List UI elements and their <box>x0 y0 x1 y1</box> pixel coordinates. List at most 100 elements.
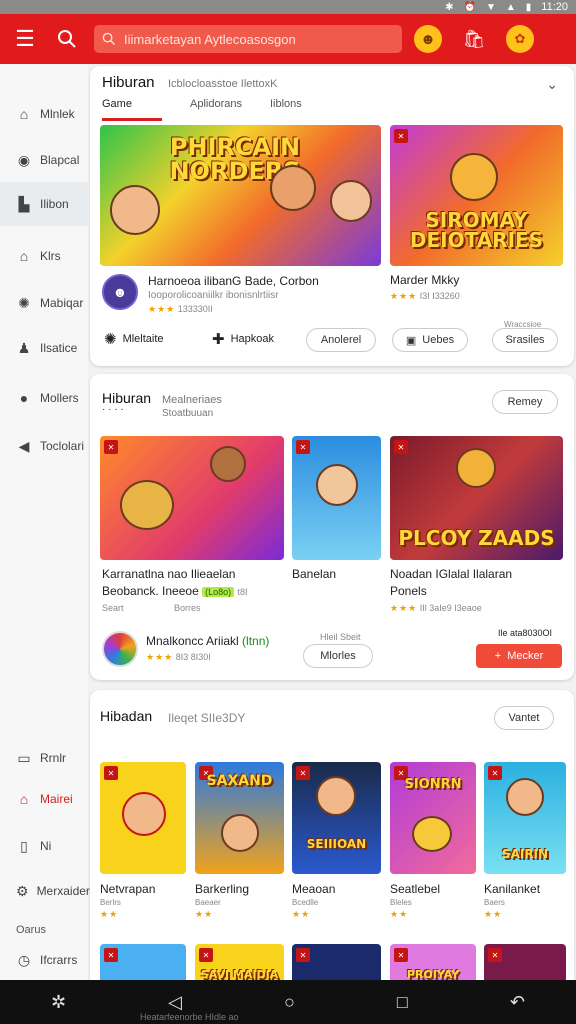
gift-icon[interactable]: ✿ <box>506 25 534 53</box>
grid-game-tile-2[interactable]: ✕ SAXAND <box>195 762 284 874</box>
grid-game-tile-8[interactable]: ✕ <box>292 944 381 980</box>
tile-title[interactable]: Kanilanket <box>484 882 540 896</box>
banner-art-text: SIROMAY DEIOTARIES <box>409 208 544 252</box>
case-button[interactable]: ▣ Uebes <box>392 328 468 352</box>
sidebar-item-12[interactable]: ⚙ Merxaider <box>0 869 90 913</box>
game-banner-2[interactable]: ✕ <box>292 436 381 560</box>
sidebar-item-1[interactable]: ⌂ Mlnlek <box>0 92 88 136</box>
card-title[interactable]: Karranatlna nao Ilieaelan <box>102 567 235 581</box>
briefcase-icon: ▣ <box>405 334 417 347</box>
sidebar-section-heading: Oarus <box>16 924 46 936</box>
character-illustration <box>456 448 496 488</box>
developer-name[interactable]: Mnalkoncc Ariiakl (ltnn) <box>146 634 269 648</box>
tile-subtitle: Baers <box>484 898 505 907</box>
character-illustration <box>110 185 160 235</box>
sidebar-item-label: Mabiqar <box>40 296 84 310</box>
tab-game[interactable]: Game <box>102 98 162 121</box>
tile-title[interactable]: Seatlebel <box>390 882 440 896</box>
grid-game-tile-1[interactable]: ✕ <box>100 762 186 874</box>
featured-game-banner-1[interactable]: PHIRCAIN NORDERS <box>100 125 381 266</box>
tab-applications[interactable]: Aplidorans <box>190 98 242 121</box>
tile-title[interactable]: Meaoan <box>292 882 335 896</box>
section-action-button[interactable]: Remey <box>492 390 558 414</box>
grid-game-tile-3[interactable]: ✕ SEIIIOAN <box>292 762 381 874</box>
tile-art-text: SAIRIN <box>501 847 549 861</box>
recents-icon[interactable]: □ <box>397 992 408 1013</box>
status-bar: ✱ ⏰ ▼ ▲ ▮ 11:20 <box>0 0 576 14</box>
more-button[interactable]: Mlorles <box>303 644 373 668</box>
section-action-button[interactable]: Vantet <box>494 706 554 730</box>
person-icon: ♟ <box>17 339 31 356</box>
developer-avatar[interactable]: ☻ <box>102 274 138 310</box>
grid-game-tile-10[interactable]: ✕ <box>484 944 566 980</box>
card-title[interactable]: Noadan IGlalal Ilalaran <box>390 567 512 581</box>
grid-game-tile-5[interactable]: ✕ SAIRIN <box>484 762 566 874</box>
options-button[interactable]: Srasiles <box>492 328 558 352</box>
grid-game-tile-4[interactable]: ✕ SIONRN <box>390 762 476 874</box>
play-badge-icon: ✕ <box>296 948 310 962</box>
back-icon[interactable]: ◁ <box>168 992 182 1013</box>
sidebar-item-label: Mlnlek <box>40 107 75 121</box>
star-rating-icon: ★★ <box>100 909 119 919</box>
play-badge-icon: ✕ <box>394 440 408 454</box>
tab-books[interactable]: Iiblons <box>270 98 302 121</box>
tile-art-text: PROIYAY <box>406 968 460 980</box>
smiley-icon[interactable]: ☻ <box>414 25 442 53</box>
home-circle-icon[interactable]: ○ <box>284 992 295 1013</box>
tile-title[interactable]: Barkerling <box>195 882 249 896</box>
character-illustration <box>450 153 498 201</box>
search-input[interactable]: Iiimarketayan Aytlecoasosgon <box>94 25 402 53</box>
character-illustration <box>506 778 544 816</box>
sidebar-item-label: Mairei <box>40 792 73 806</box>
app-root: ✱ ⏰ ▼ ▲ ▮ 11:20 ☰ Iiimarketayan Aytlecoa… <box>0 0 576 1024</box>
secondary-button[interactable]: Anolerel <box>306 328 376 352</box>
section-title: Hiburan <box>102 74 155 91</box>
search-icon[interactable] <box>50 22 84 56</box>
menu-icon[interactable]: ☰ <box>0 26 50 52</box>
grid-game-tile-7[interactable]: ✕ SAVI MAIDIA <box>195 944 284 980</box>
card-rating: ★★★ IIl 3aIe9 I3eaoe <box>390 603 482 613</box>
nav-caption: Heatarfeenorbe HIdle ao <box>140 1012 239 1022</box>
sidebar-item-10[interactable]: ⌂ Mairei <box>0 777 88 821</box>
play-badge-icon: ✕ <box>488 766 502 780</box>
sidebar-item-11[interactable]: ▯ Ni <box>0 824 88 868</box>
card-title[interactable]: Harnoeoa ilibanG Bade, Corbon <box>148 274 319 288</box>
sidebar-item-9[interactable]: ▭ Rrnlr <box>0 736 88 780</box>
section-subtitle: Mealneriaes <box>162 394 222 406</box>
developer-avatar[interactable] <box>102 631 138 667</box>
grid-game-tile-9[interactable]: ✕ PROIYAY <box>390 944 476 980</box>
action-plugin[interactable]: ✚ Hapkoak <box>212 330 274 348</box>
game-banner-1[interactable]: ✕ <box>100 436 284 560</box>
assistant-icon[interactable]: ✲ <box>51 992 66 1013</box>
sidebar-item-2[interactable]: ◉ Blapcal <box>0 138 88 182</box>
shopping-bag-icon[interactable]: 🛍 <box>460 25 488 53</box>
sidebar-item-7[interactable]: ● Mollers <box>0 376 88 420</box>
grid-game-tile-6[interactable]: ✕ <box>100 944 186 980</box>
tile-subtitle: Bleles <box>390 898 412 907</box>
section-title: Hibadan <box>100 708 153 724</box>
tile-title[interactable]: Netvrapan <box>100 882 155 896</box>
game-banner-3[interactable]: ✕ PLCOY ZAADS <box>390 436 563 560</box>
section-hibadan-grid: Hibadan Ileqet SIIe3DY Vantet ✕ ✕ SAXAND… <box>90 690 574 980</box>
card-subtitle: Iooporolicoaniilkr ibonisnlrtiisr <box>148 290 279 301</box>
plus-icon: + <box>494 650 502 662</box>
card-title[interactable]: Marder Mkky <box>390 273 459 287</box>
sidebar-item-4[interactable]: ⌂ Klrs <box>0 234 88 278</box>
action-website[interactable]: ✺ Mleltaite <box>104 330 164 348</box>
undo-icon[interactable]: ↶ <box>510 992 525 1013</box>
sidebar-item-5[interactable]: ✺ Mabiqar <box>0 281 88 325</box>
install-button[interactable]: + Mecker <box>476 644 562 668</box>
character-illustration <box>270 165 316 211</box>
sidebar-item-6[interactable]: ♟ Ilsatice <box>0 326 88 370</box>
character-illustration <box>412 816 452 852</box>
sidebar-item-3[interactable]: ▙ Ilibon <box>0 182 88 226</box>
sidebar-item-8[interactable]: ◀ Toclolari <box>0 424 88 468</box>
card-title[interactable]: Banelan <box>292 567 336 581</box>
top-app-bar: ☰ Iiimarketayan Aytlecoasosgon ☻ 🛍 ✿ <box>0 14 576 64</box>
sidebar-item-label: Ilsatice <box>40 341 78 355</box>
star-rating-icon: ★★★ <box>146 652 174 662</box>
featured-game-banner-2[interactable]: ✕ SIROMAY DEIOTARIES <box>390 125 563 266</box>
play-badge-icon: ✕ <box>104 440 118 454</box>
chevron-down-icon[interactable]: ⌄ <box>546 76 558 93</box>
sidebar-item-13[interactable]: ◷ Ifcrarrs <box>0 938 88 982</box>
